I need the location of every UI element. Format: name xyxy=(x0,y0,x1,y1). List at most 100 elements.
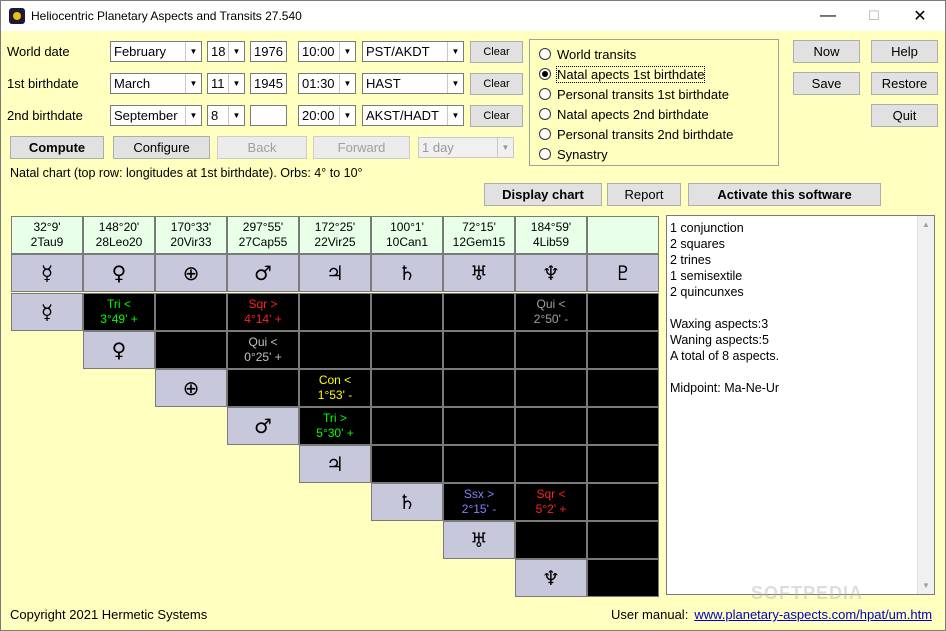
world-zone-value: PST/AKDT xyxy=(366,44,430,59)
aspect-cell[interactable] xyxy=(515,521,587,559)
chevron-down-icon: ▼ xyxy=(185,42,201,61)
aspect-cell[interactable] xyxy=(587,407,659,445)
mode-label: Natal apects 1st birthdate xyxy=(555,65,706,83)
aspect-cell[interactable] xyxy=(443,369,515,407)
aspect-cell[interactable] xyxy=(587,559,659,597)
second-time-value: 20:00 xyxy=(302,108,335,123)
aspect-cell[interactable] xyxy=(371,331,443,369)
aspect-cell[interactable] xyxy=(299,293,371,331)
aspect-cell[interactable] xyxy=(587,445,659,483)
first-month-value: March xyxy=(114,76,151,91)
mode-radio-group: World transits Natal apects 1st birthdat… xyxy=(529,39,779,166)
uranus-icon: ♅ xyxy=(443,254,515,292)
report-button[interactable]: Report xyxy=(607,183,681,206)
aspect-cell[interactable] xyxy=(371,369,443,407)
summary-panel[interactable]: 1 conjunction 2 squares 2 trines 1 semisext… xyxy=(666,215,935,595)
close-button[interactable]: ✕ xyxy=(897,1,943,31)
first-month-select[interactable]: March ▼ xyxy=(110,73,202,94)
quit-button[interactable]: Quit xyxy=(871,104,938,127)
aspect-cell[interactable] xyxy=(371,407,443,445)
mode-natal-first[interactable]: Natal apects 1st birthdate xyxy=(539,65,706,83)
clear-second-button[interactable]: Clear xyxy=(470,105,523,127)
world-time-select[interactable]: 10:00 ▼ xyxy=(298,41,356,62)
display-chart-button[interactable]: Display chart xyxy=(484,183,602,206)
chevron-down-icon: ▼ xyxy=(228,42,244,61)
aspect-cell[interactable] xyxy=(443,445,515,483)
summary-line: 2 trines xyxy=(670,253,711,267)
aspect-cell[interactable]: Qui <0°25' + xyxy=(227,331,299,369)
aspect-cell[interactable]: Ssx >2°15' - xyxy=(443,483,515,521)
second-zone-select[interactable]: AKST/HADT ▼ xyxy=(362,105,464,126)
title-bar: Heliocentric Planetary Aspects and Trans… xyxy=(1,1,945,31)
aspect-cell[interactable]: Sqr >4°14' + xyxy=(227,293,299,331)
world-month-select[interactable]: February ▼ xyxy=(110,41,202,62)
summary-line xyxy=(670,300,779,316)
aspect-cell[interactable] xyxy=(515,369,587,407)
aspect-cell[interactable] xyxy=(371,445,443,483)
configure-button[interactable]: Configure xyxy=(113,136,210,159)
forward-button[interactable]: Forward xyxy=(313,136,410,159)
clear-world-button[interactable]: Clear xyxy=(470,41,523,63)
aspect-cell[interactable] xyxy=(443,331,515,369)
longitude-degrees: 170°33' xyxy=(170,220,212,234)
aspect-cell[interactable]: Sqr <5°2' + xyxy=(515,483,587,521)
world-year-input[interactable]: 1976 xyxy=(250,41,287,62)
activate-button[interactable]: Activate this software xyxy=(688,183,881,206)
first-day-select[interactable]: 11 ▼ xyxy=(207,73,245,94)
second-year-input[interactable] xyxy=(250,105,287,126)
second-time-select[interactable]: 20:00 ▼ xyxy=(298,105,356,126)
mode-natal-second[interactable]: Natal apects 2nd birthdate xyxy=(539,105,709,123)
aspect-cell[interactable] xyxy=(155,293,227,331)
aspect-cell[interactable] xyxy=(443,407,515,445)
aspect-cell[interactable] xyxy=(587,521,659,559)
aspect-cell[interactable] xyxy=(515,445,587,483)
save-button[interactable]: Save xyxy=(793,72,860,95)
restore-button[interactable]: Restore xyxy=(871,72,938,95)
aspect-cell[interactable] xyxy=(371,293,443,331)
step-select[interactable]: 1 day ▼ xyxy=(418,137,514,158)
aspect-cell[interactable] xyxy=(587,483,659,521)
world-day-select[interactable]: 18 ▼ xyxy=(207,41,245,62)
aspect-cell[interactable]: Qui <2°50' - xyxy=(515,293,587,331)
clear-first-button[interactable]: Clear xyxy=(470,73,523,95)
aspect-cell[interactable] xyxy=(227,369,299,407)
back-button[interactable]: Back xyxy=(217,136,307,159)
help-button[interactable]: Help xyxy=(871,40,938,63)
mode-synastry[interactable]: Synastry xyxy=(539,145,608,163)
aspect-cell[interactable]: Tri <3°49' + xyxy=(83,293,155,331)
first-zone-select[interactable]: HAST ▼ xyxy=(362,73,464,94)
first-year-input[interactable]: 1945 xyxy=(250,73,287,94)
longitude-header xyxy=(587,216,659,254)
world-zone-select[interactable]: PST/AKDT ▼ xyxy=(362,41,464,62)
mode-personal-first[interactable]: Personal transits 1st birthdate xyxy=(539,85,729,103)
world-month-value: February xyxy=(114,44,167,59)
aspect-cell[interactable] xyxy=(155,331,227,369)
aspect-cell[interactable]: Tri >5°30' + xyxy=(299,407,371,445)
aspect-cell[interactable] xyxy=(299,331,371,369)
second-month-select[interactable]: September ▼ xyxy=(110,105,202,126)
longitude-header: 172°25' 22Vir25 xyxy=(299,216,371,254)
aspect-cell[interactable] xyxy=(587,293,659,331)
radio-icon xyxy=(539,108,551,120)
mode-label: Natal apects 2nd birthdate xyxy=(557,106,709,122)
compute-button[interactable]: Compute xyxy=(10,136,104,159)
aspect-cell[interactable] xyxy=(587,369,659,407)
second-day-select[interactable]: 8 ▼ xyxy=(207,105,245,126)
second-month-value: September xyxy=(114,108,178,123)
mode-world-transits[interactable]: World transits xyxy=(539,45,636,63)
scroll-up-icon[interactable]: ▲ xyxy=(918,216,934,233)
aspect-cell[interactable] xyxy=(443,293,515,331)
aspect-cell[interactable]: Con <1°53' - xyxy=(299,369,371,407)
vertical-scrollbar[interactable]: ▲ ▼ xyxy=(917,216,934,594)
scroll-down-icon[interactable]: ▼ xyxy=(918,577,934,594)
aspect-cell[interactable] xyxy=(515,407,587,445)
aspect-cell[interactable] xyxy=(515,331,587,369)
step-value: 1 day xyxy=(422,140,454,155)
first-time-select[interactable]: 01:30 ▼ xyxy=(298,73,356,94)
aspect-cell[interactable] xyxy=(587,331,659,369)
user-manual-link[interactable]: www.planetary-aspects.com/hpat/um.htm xyxy=(694,607,932,622)
mode-personal-second[interactable]: Personal transits 2nd birthdate xyxy=(539,125,733,143)
now-button[interactable]: Now xyxy=(793,40,860,63)
summary-line: 1 conjunction xyxy=(670,221,744,235)
minimize-button[interactable]: — xyxy=(805,1,851,31)
